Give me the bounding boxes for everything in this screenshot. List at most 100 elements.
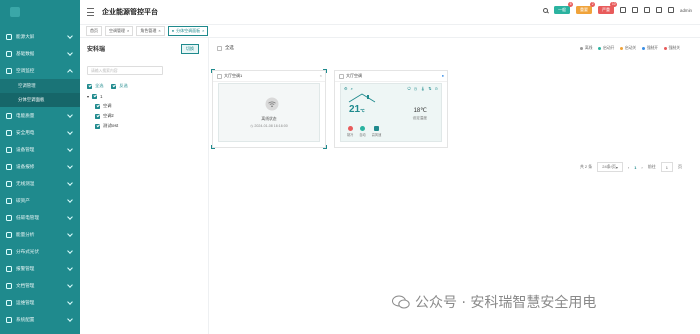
lock-icon[interactable]: ⊙ — [435, 86, 438, 91]
sidebar-item-documents[interactable]: 文档管理 — [0, 277, 80, 294]
alarm-severe-button[interactable]: 严重 10 — [598, 2, 618, 14]
sidebar-item-alarm[interactable]: 报警管理 — [0, 260, 80, 277]
card-checkbox[interactable] — [217, 73, 222, 79]
card-checkbox[interactable] — [339, 73, 344, 79]
sidebar-item-low-carbon[interactable]: 低碳电管理 — [0, 209, 80, 226]
legend-item: 启动开 — [598, 46, 614, 51]
alarm-normal-count: 6 — [568, 2, 574, 7]
page-size-select[interactable]: 24条/页 ▾ — [597, 162, 623, 172]
chevron-down-icon — [67, 180, 73, 186]
fullscreen-icon[interactable] — [632, 7, 639, 13]
switch-button[interactable]: 切换 — [181, 44, 199, 54]
page-number[interactable]: 1 — [634, 165, 636, 170]
sidebar-item-ac-monitor[interactable]: 空调监控 — [0, 62, 80, 79]
close-icon[interactable]: × — [320, 73, 322, 78]
sidebar-subitem-split-ac-panel[interactable]: 分体空调面板 — [0, 93, 80, 107]
speaker-icon[interactable] — [620, 7, 627, 13]
swing-icon[interactable]: ⇅ — [428, 86, 431, 91]
leaf-checkbox[interactable] — [95, 103, 100, 109]
sidebar-item-power-quality[interactable]: 电能质量 — [0, 107, 80, 124]
goto-page-input[interactable]: 1 — [660, 162, 673, 172]
alarm-important-button[interactable]: 重要 2 — [576, 2, 596, 14]
tab-ac-manage[interactable]: 空调管理 × — [105, 25, 134, 36]
sidebar-subitem-ac-manage[interactable]: 空调管理 — [0, 79, 80, 93]
wrench-icon — [6, 163, 12, 170]
next-page-icon[interactable]: › — [641, 165, 642, 170]
select-all-label: 全选 — [95, 83, 104, 88]
header-actions: 一般 6 重要 2 严重 10 admin — [543, 2, 692, 14]
sidebar-item-device-repair[interactable]: 设备报修 — [0, 158, 80, 175]
search-icon[interactable]: ⌕ — [351, 86, 353, 91]
sidebar-item-energy-analysis[interactable]: 能量分析 — [0, 226, 80, 243]
alarm-severe-label: 严重 — [602, 7, 611, 12]
tree-leaf[interactable]: 空调2 — [87, 111, 128, 121]
menu-toggle-icon[interactable] — [87, 8, 94, 16]
select-all-checkbox[interactable] — [87, 83, 92, 89]
alarm-normal-button[interactable]: 一般 6 — [554, 2, 574, 14]
sidebar-item-ops[interactable]: 运维管理 — [0, 294, 80, 311]
tab-role-manage[interactable]: 角色管理 × — [136, 25, 165, 36]
leaf-label: 空调2 — [103, 113, 114, 118]
goto-label: 前往 — [647, 164, 656, 169]
sidebar-item-base-data[interactable]: 基础数据 — [0, 45, 80, 62]
invert-checkbox[interactable] — [111, 83, 117, 89]
close-icon[interactable]: × — [158, 28, 160, 33]
sidebar-submenu: 空调管理 分体空调面板 — [0, 79, 80, 107]
goto-suffix: 页 — [678, 164, 682, 169]
tab-split-ac-panel[interactable]: ● 分体空调面板 × — [167, 25, 209, 36]
tab-label: 空调管理 — [109, 27, 125, 33]
sidebar-item-label: 安全用电 — [16, 129, 35, 135]
alarm-normal-label: 一般 — [558, 7, 567, 12]
power-icon[interactable]: ⏻ — [408, 86, 411, 91]
chevron-down-icon — [67, 248, 73, 254]
sidebar-item-device-manage[interactable]: 设备管理 — [0, 141, 80, 158]
settings-icon[interactable]: ⚙ — [344, 86, 348, 91]
node-checkbox[interactable] — [92, 93, 98, 99]
alarm-important-count: 2 — [590, 2, 596, 7]
sidebar-item-system[interactable]: 系统配置 — [0, 311, 80, 328]
current-temp-value: 21 — [349, 104, 361, 115]
node-label: 1 — [100, 93, 103, 99]
close-icon[interactable]: × — [202, 28, 204, 33]
sidebar-item-wireless-temp[interactable]: 无线测温 — [0, 175, 80, 192]
sidebar-item-energy-screen[interactable]: 能源大屏 — [0, 28, 80, 45]
mode-auto[interactable]: 自动 — [359, 126, 366, 137]
watermark-text: 公众号 · 安科瑞智慧安全用电 — [415, 295, 597, 311]
user-name[interactable]: admin — [680, 8, 692, 13]
ac-card-active[interactable]: 大厅空调 ● ⚙ ⌕ ⏻ ◷ 🌡 ⇅ ⊙ 21℃ 18℃ 设定温度 制冷 自动 高风速 — [334, 70, 448, 148]
tree-search-input[interactable]: 请输入搜索内容 — [87, 66, 163, 75]
timer-icon[interactable]: ◷ — [414, 86, 418, 91]
mode-fan-high[interactable]: 高风速 — [372, 126, 381, 137]
prev-page-icon[interactable]: ‹ — [628, 165, 629, 170]
legend-label: 强制关 — [668, 46, 680, 50]
search-icon[interactable] — [543, 7, 549, 13]
page-size-value: 24条/页 — [602, 164, 616, 169]
copy-icon[interactable] — [656, 7, 663, 13]
tab-label: 首页 — [90, 27, 98, 33]
sidebar-item-safe-power[interactable]: 安全用电 — [0, 124, 80, 141]
leaf-checkbox[interactable] — [95, 123, 100, 129]
select-all-cards-checkbox[interactable] — [217, 45, 222, 51]
sidebar-item-pv[interactable]: 分布式光伏 — [0, 243, 80, 260]
ac-card-offline[interactable]: 大厅空调1 × 离线状态 ◷ 2024-01-08 16:16:00 — [211, 69, 327, 149]
database-icon — [6, 50, 12, 57]
sidebar-item-carbon-assets[interactable]: 碳资产 — [0, 192, 80, 209]
shirt-icon[interactable] — [668, 7, 675, 13]
chevron-down-icon — [67, 33, 73, 39]
tree-node[interactable]: ▾ 1 — [87, 91, 128, 101]
card-header: 大厅空调1 — [213, 71, 325, 82]
grid-icon[interactable] — [644, 7, 651, 13]
card-header: 大厅空调 — [335, 71, 447, 82]
offline-time-text: ◷ 2024-01-08 16:16:00 — [219, 124, 319, 128]
tree-leaf[interactable]: 空调 — [87, 101, 128, 111]
tree-leaf[interactable]: 测试test — [87, 121, 128, 131]
legend-label: 启动开 — [602, 46, 615, 50]
close-icon[interactable]: × — [127, 28, 129, 33]
card-body: ⚙ ⌕ ⏻ ◷ 🌡 ⇅ ⊙ 21℃ 18℃ 设定温度 制冷 自动 高风速 — [340, 83, 442, 142]
thermometer-icon[interactable]: 🌡 — [420, 86, 425, 91]
tab-home[interactable]: 首页 — [86, 25, 102, 36]
legend-item: 离线 — [580, 46, 592, 51]
caret-down-icon[interactable]: ▾ — [87, 94, 89, 99]
leaf-checkbox[interactable] — [95, 113, 100, 119]
mode-cooling[interactable]: 制冷 — [347, 126, 353, 137]
